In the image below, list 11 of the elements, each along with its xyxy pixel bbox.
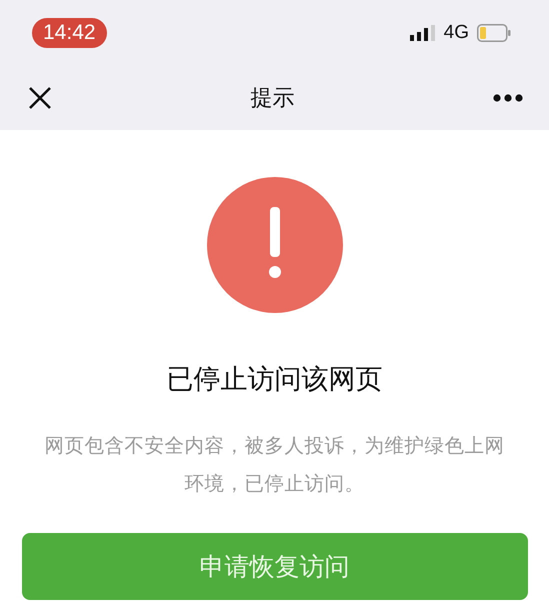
more-icon[interactable] bbox=[493, 94, 523, 102]
status-time: 14:42 bbox=[32, 18, 107, 48]
notice-heading: 已停止访问该网页 bbox=[166, 363, 382, 397]
signal-icon bbox=[410, 24, 436, 40]
network-label: 4G bbox=[444, 22, 469, 44]
restore-access-button[interactable]: 申请恢复访问 bbox=[22, 533, 528, 600]
page-title: 提示 bbox=[250, 84, 294, 112]
battery-icon bbox=[477, 24, 511, 42]
notice-message: 网页包含不安全内容，被多人投诉，为维护绿色上网环境，已停止访问。 bbox=[44, 433, 506, 497]
warning-icon bbox=[206, 177, 342, 313]
close-icon[interactable] bbox=[28, 86, 52, 110]
